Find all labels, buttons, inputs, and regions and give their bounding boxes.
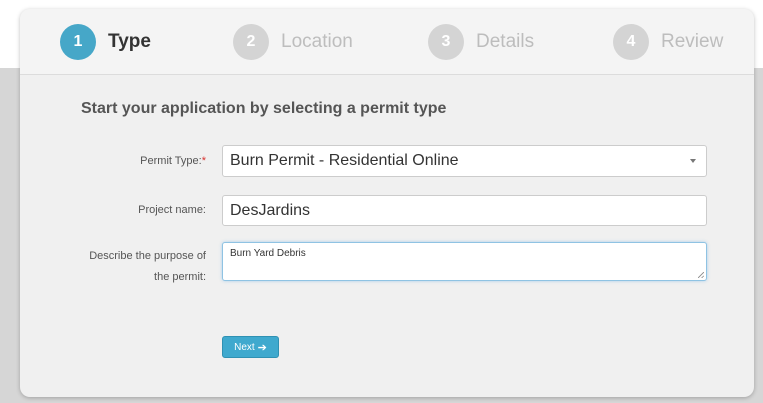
page: 1 Type 2 Location 3 Details 4 Review Sta… — [0, 0, 763, 403]
required-marker: * — [201, 155, 206, 167]
step-label: Location — [281, 31, 353, 52]
step-number: 3 — [428, 24, 464, 60]
step-location[interactable]: 2 Location — [233, 24, 353, 60]
step-label: Review — [661, 31, 724, 52]
next-button[interactable]: Next ➔ — [222, 336, 279, 358]
permit-type-selected-value: Burn Permit - Residential Online — [230, 152, 459, 169]
resize-grip-icon[interactable] — [698, 272, 704, 278]
permit-type-label-text: Permit Type: — [140, 155, 202, 167]
chevron-down-icon — [690, 159, 696, 163]
purpose-label: Describe the purpose of the permit: — [89, 246, 206, 288]
project-name-input[interactable] — [222, 195, 707, 226]
step-number: 1 — [60, 24, 96, 60]
step-number: 4 — [613, 24, 649, 60]
application-card: 1 Type 2 Location 3 Details 4 Review Sta… — [20, 9, 754, 397]
project-name-label: Project name: — [138, 204, 206, 216]
step-label: Details — [476, 31, 535, 52]
purpose-label-line1: Describe the purpose of — [89, 250, 206, 262]
permit-type-select[interactable]: Burn Permit - Residential Online — [222, 145, 707, 177]
purpose-textarea[interactable]: Burn Yard Debris — [222, 242, 707, 281]
step-number: 2 — [233, 24, 269, 60]
permit-type-label: Permit Type:* — [140, 151, 206, 172]
step-label: Type — [108, 31, 151, 52]
purpose-textarea-value: Burn Yard Debris — [230, 248, 306, 259]
step-review[interactable]: 4 Review — [613, 24, 723, 60]
form-heading: Start your application by selecting a pe… — [81, 100, 447, 117]
step-details[interactable]: 3 Details — [428, 24, 534, 60]
step-type[interactable]: 1 Type — [60, 24, 151, 60]
purpose-label-line2: the permit: — [154, 271, 206, 283]
next-button-label: Next — [234, 341, 255, 353]
arrow-right-icon: ➔ — [257, 341, 267, 354]
wizard-steps: 1 Type 2 Location 3 Details 4 Review — [20, 9, 754, 75]
